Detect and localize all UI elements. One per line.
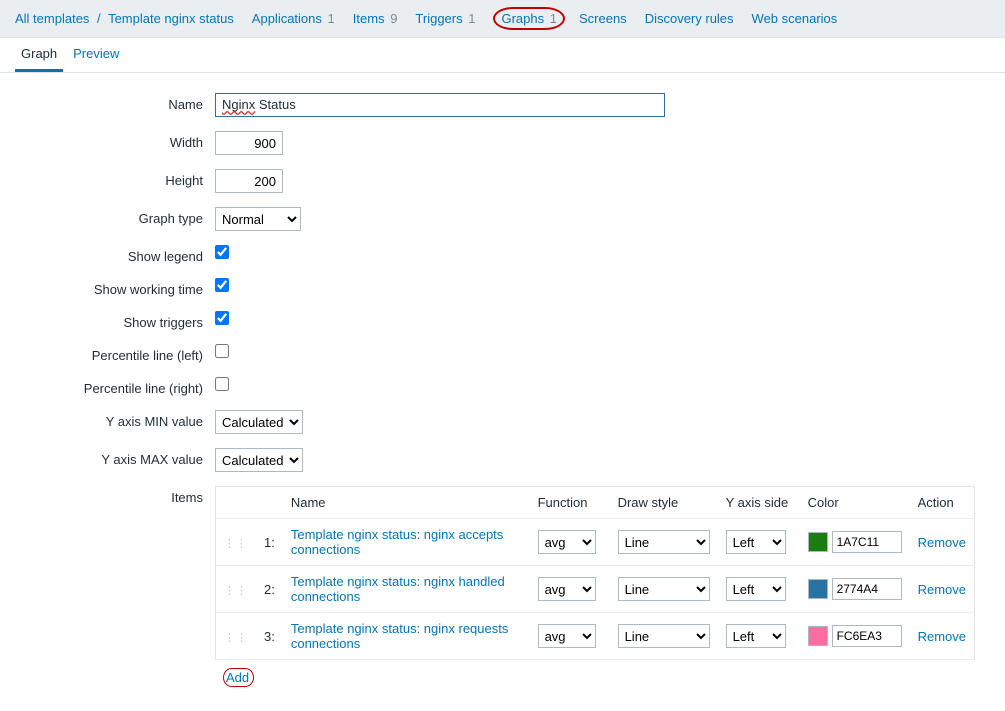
col-action: Action bbox=[910, 487, 975, 519]
label-percentile-left: Percentile line (left) bbox=[15, 344, 215, 363]
tab-preview[interactable]: Preview bbox=[67, 38, 125, 72]
col-color: Color bbox=[800, 487, 910, 519]
ymax-select[interactable]: Calculated bbox=[215, 448, 303, 472]
table-row: ⋮⋮ 3: Template nginx status: nginx request… bbox=[216, 613, 975, 660]
tabs: Graph Preview bbox=[0, 38, 1005, 73]
graph-type-select[interactable]: Normal bbox=[215, 207, 301, 231]
remove-link[interactable]: Remove bbox=[918, 582, 966, 597]
row-number: 2: bbox=[256, 566, 283, 613]
bc-discovery-rules[interactable]: Discovery rules bbox=[645, 11, 734, 26]
yaxis-select[interactable]: Left bbox=[726, 530, 786, 554]
drawstyle-select[interactable]: Line bbox=[618, 530, 710, 554]
table-row: ⋮⋮ 2: Template nginx status: nginx handled… bbox=[216, 566, 975, 613]
item-link[interactable]: Template nginx status: nginx requests co… bbox=[291, 621, 509, 651]
yaxis-select[interactable]: Left bbox=[726, 577, 786, 601]
table-row: ⋮⋮ 1: Template nginx status: nginx accepts… bbox=[216, 519, 975, 566]
col-yaxis: Y axis side bbox=[718, 487, 800, 519]
drag-handle-icon[interactable]: ⋮⋮ bbox=[224, 632, 248, 644]
col-name: Name bbox=[283, 487, 530, 519]
bc-items[interactable]: Items 9 bbox=[353, 11, 398, 26]
bc-triggers[interactable]: Triggers 1 bbox=[415, 11, 475, 26]
row-number: 1: bbox=[256, 519, 283, 566]
drag-handle-icon[interactable]: ⋮⋮ bbox=[224, 585, 248, 597]
show-working-time-checkbox[interactable] bbox=[215, 278, 229, 292]
row-number: 3: bbox=[256, 613, 283, 660]
bc-all-templates[interactable]: All templates bbox=[15, 11, 89, 26]
label-show-working-time: Show working time bbox=[15, 278, 215, 297]
label-name: Name bbox=[15, 93, 215, 112]
graph-form: Name Nginx Status Width Height Graph typ… bbox=[0, 73, 1005, 711]
yaxis-select[interactable]: Left bbox=[726, 624, 786, 648]
color-input[interactable] bbox=[832, 531, 902, 553]
color-swatch[interactable] bbox=[808, 579, 828, 599]
col-function: Function bbox=[530, 487, 610, 519]
label-show-legend: Show legend bbox=[15, 245, 215, 264]
highlight-circle: Graphs 1 bbox=[493, 7, 565, 30]
highlight-circle-add: Add bbox=[223, 668, 254, 687]
show-legend-checkbox[interactable] bbox=[215, 245, 229, 259]
item-link[interactable]: Template nginx status: nginx handled con… bbox=[291, 574, 505, 604]
percentile-right-checkbox[interactable] bbox=[215, 377, 229, 391]
col-drawstyle: Draw style bbox=[610, 487, 718, 519]
remove-link[interactable]: Remove bbox=[918, 629, 966, 644]
bc-template-name[interactable]: Template nginx status bbox=[108, 11, 234, 26]
items-table: Name Function Draw style Y axis side Col… bbox=[215, 486, 975, 660]
tab-graph[interactable]: Graph bbox=[15, 38, 63, 72]
bc-screens[interactable]: Screens bbox=[579, 11, 627, 26]
function-select[interactable]: avg bbox=[538, 530, 596, 554]
remove-link[interactable]: Remove bbox=[918, 535, 966, 550]
name-field[interactable]: Nginx Status bbox=[215, 93, 665, 117]
drawstyle-select[interactable]: Line bbox=[618, 577, 710, 601]
width-field[interactable] bbox=[215, 131, 283, 155]
color-swatch[interactable] bbox=[808, 532, 828, 552]
percentile-left-checkbox[interactable] bbox=[215, 344, 229, 358]
bc-graphs[interactable]: Graphs 1 bbox=[493, 7, 565, 30]
breadcrumb: All templates / Template nginx status Ap… bbox=[0, 0, 1005, 38]
drag-handle-icon[interactable]: ⋮⋮ bbox=[224, 538, 248, 550]
label-width: Width bbox=[15, 131, 215, 150]
label-graph-type: Graph type bbox=[15, 207, 215, 226]
item-link[interactable]: Template nginx status: nginx accepts con… bbox=[291, 527, 503, 557]
label-percentile-right: Percentile line (right) bbox=[15, 377, 215, 396]
function-select[interactable]: avg bbox=[538, 577, 596, 601]
label-items: Items bbox=[15, 486, 215, 505]
label-height: Height bbox=[15, 169, 215, 188]
bc-web-scenarios[interactable]: Web scenarios bbox=[752, 11, 838, 26]
show-triggers-checkbox[interactable] bbox=[215, 311, 229, 325]
label-ymax: Y axis MAX value bbox=[15, 448, 215, 467]
label-show-triggers: Show triggers bbox=[15, 311, 215, 330]
label-ymin: Y axis MIN value bbox=[15, 410, 215, 429]
add-item-link[interactable]: Add bbox=[226, 670, 249, 685]
color-input[interactable] bbox=[832, 578, 902, 600]
color-input[interactable] bbox=[832, 625, 902, 647]
bc-applications[interactable]: Applications 1 bbox=[252, 11, 335, 26]
drawstyle-select[interactable]: Line bbox=[618, 624, 710, 648]
ymin-select[interactable]: Calculated bbox=[215, 410, 303, 434]
color-swatch[interactable] bbox=[808, 626, 828, 646]
function-select[interactable]: avg bbox=[538, 624, 596, 648]
height-field[interactable] bbox=[215, 169, 283, 193]
